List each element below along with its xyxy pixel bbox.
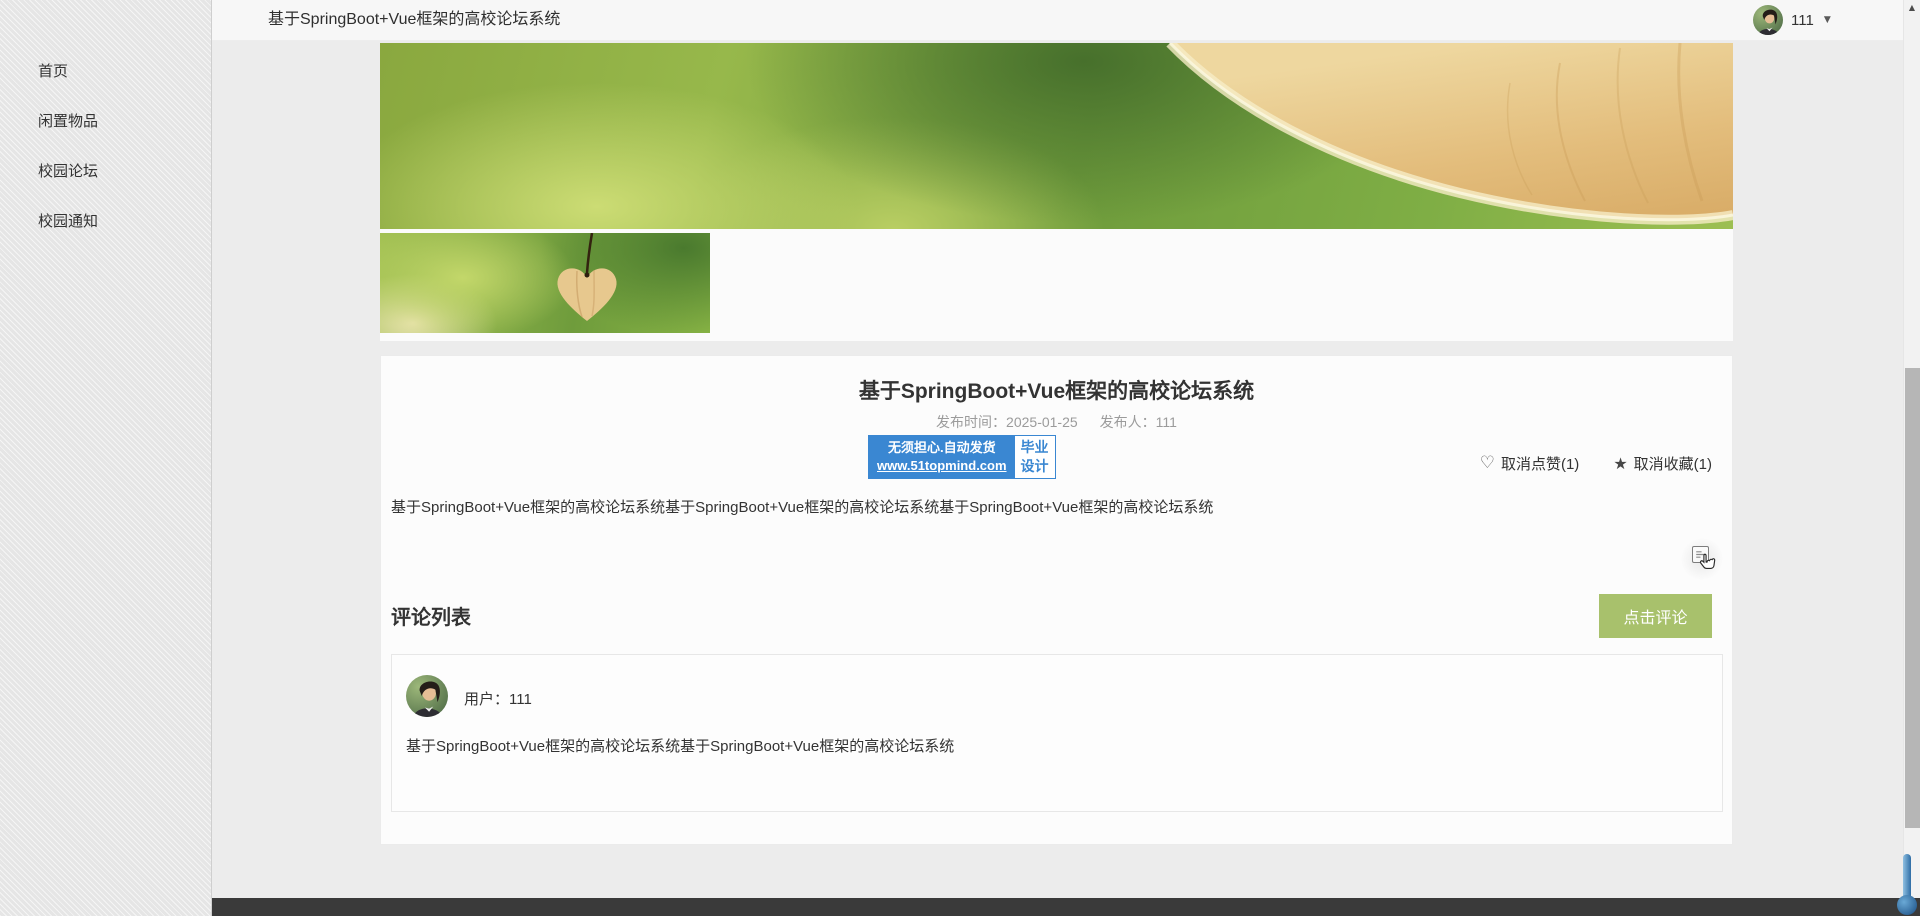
post-thumbnail-image[interactable] bbox=[380, 233, 710, 333]
post-meta: 发布时间：2025-01-25 发布人：111 bbox=[381, 412, 1732, 432]
watermark-badge: 无须担心.自动发货 www.51topmind.com 毕业 设计 bbox=[868, 435, 1056, 479]
thumbnail-strip bbox=[380, 229, 1733, 341]
topbar: 基于SpringBoot+Vue框架的高校论坛系统 111 ▼ bbox=[212, 0, 1903, 41]
sidebar-item-campus-forum[interactable]: 校园论坛 bbox=[0, 147, 211, 197]
sidebar-item-campus-notice[interactable]: 校园通知 bbox=[0, 197, 211, 247]
star-icon: ★ bbox=[1613, 456, 1627, 472]
user-menu[interactable]: 111 ▼ bbox=[1753, 5, 1831, 35]
scrollbar-thumb[interactable] bbox=[1905, 368, 1920, 828]
mouse-cursor-pointer bbox=[1696, 552, 1719, 575]
sidebar: 首页 闲置物品 校园论坛 校园通知 bbox=[0, 0, 212, 916]
floating-scroll-widget[interactable] bbox=[1896, 852, 1918, 916]
vertical-scrollbar[interactable]: ▲ bbox=[1903, 0, 1920, 916]
comment-button[interactable]: 点击评论 bbox=[1599, 594, 1712, 638]
publisher-label: 发布人： bbox=[1100, 414, 1156, 430]
app-root: 首页 闲置物品 校园论坛 校园通知 基于SpringBoot+Vue框架的高校论… bbox=[0, 0, 1920, 916]
unfavorite-button[interactable]: ★ 取消收藏(1) bbox=[1613, 453, 1712, 474]
comment-user-name: 111 bbox=[509, 691, 532, 708]
watermark-tag-line2: 设计 bbox=[1021, 457, 1049, 476]
comment-item: 用户：111 基于SpringBoot+Vue框架的高校论坛系统基于Spring… bbox=[391, 654, 1723, 812]
post-banner-image bbox=[380, 43, 1733, 229]
user-name: 111 bbox=[1791, 12, 1814, 29]
post-title: 基于SpringBoot+Vue框架的高校论坛系统 bbox=[381, 375, 1732, 405]
watermark-url: www.51topmind.com bbox=[877, 457, 1007, 475]
comment-shortcut[interactable] bbox=[1681, 538, 1729, 586]
watermark-tag-block: 毕业 设计 bbox=[1015, 436, 1055, 478]
sidebar-nav: 首页 闲置物品 校园论坛 校园通知 bbox=[0, 0, 211, 247]
post-actions: ♡ 取消点赞(1) ★ 取消收藏(1) bbox=[1480, 453, 1712, 474]
sidebar-item-home[interactable]: 首页 bbox=[0, 47, 211, 97]
sidebar-item-idle-goods[interactable]: 闲置物品 bbox=[0, 97, 211, 147]
heart-outline-icon: ♡ bbox=[1480, 455, 1495, 472]
watermark-tag-line1: 毕业 bbox=[1021, 438, 1049, 457]
comment-text: 基于SpringBoot+Vue框架的高校论坛系统基于SpringBoot+Vu… bbox=[406, 735, 954, 756]
watermark-line1: 无须担心.自动发货 bbox=[877, 439, 1007, 457]
unlike-button[interactable]: ♡ 取消点赞(1) bbox=[1480, 453, 1580, 474]
footer-bar bbox=[212, 898, 1920, 916]
commenter-avatar bbox=[406, 675, 448, 717]
caret-down-icon: ▼ bbox=[1824, 15, 1831, 25]
comment-user-label: 用户： bbox=[464, 691, 509, 708]
user-avatar[interactable] bbox=[1753, 5, 1783, 35]
publish-time-label: 发布时间： bbox=[936, 414, 1006, 430]
publisher-value: 111 bbox=[1156, 414, 1177, 430]
post-content: 基于SpringBoot+Vue框架的高校论坛系统基于SpringBoot+Vu… bbox=[391, 497, 1722, 519]
post-card: 基于SpringBoot+Vue框架的高校论坛系统 发布时间：2025-01-2… bbox=[380, 355, 1733, 845]
watermark-text-block: 无须担心.自动发货 www.51topmind.com bbox=[869, 436, 1015, 478]
unfavorite-label: 取消收藏(1) bbox=[1634, 453, 1712, 474]
unlike-label: 取消点赞(1) bbox=[1501, 453, 1579, 474]
page-title: 基于SpringBoot+Vue框架的高校论坛系统 bbox=[268, 0, 560, 40]
scrollbar-up-arrow[interactable]: ▲ bbox=[1904, 3, 1920, 12]
publish-time-value: 2025-01-25 bbox=[1006, 414, 1078, 430]
comments-heading: 评论列表 bbox=[391, 601, 471, 630]
comment-user: 用户：111 bbox=[464, 688, 532, 709]
